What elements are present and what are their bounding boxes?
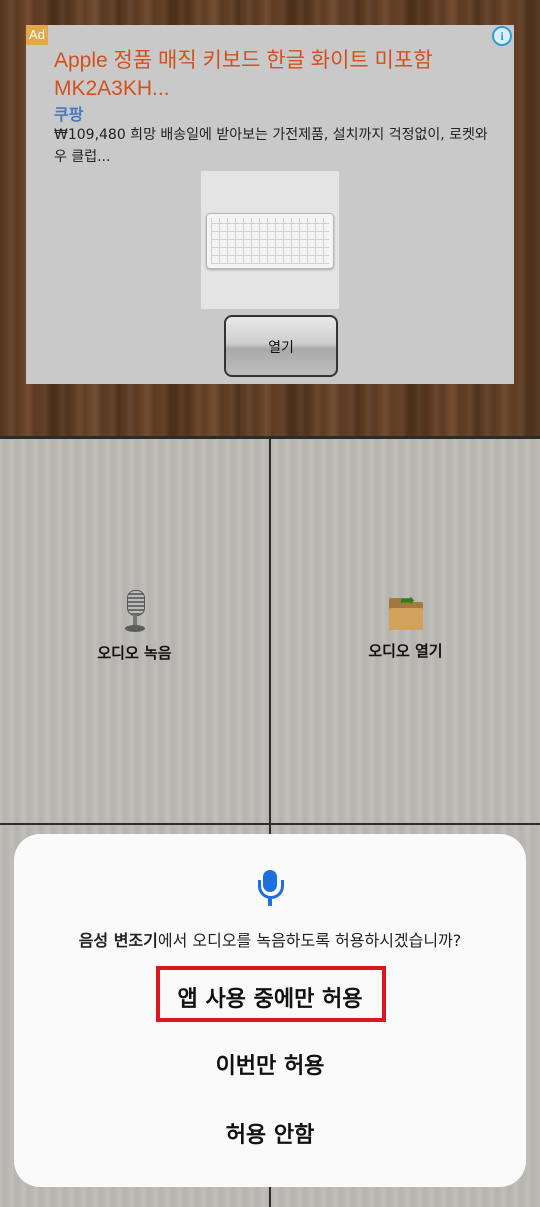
grid-divider-horizontal [0,823,540,825]
open-audio-tile[interactable]: ➦ 오디오 열기 [271,592,540,661]
record-audio-tile[interactable]: 오디오 녹음 [0,590,269,663]
ad-product-image[interactable] [201,171,339,309]
info-icon[interactable]: i [492,26,512,46]
ad-brand[interactable]: 쿠팡 [54,101,83,125]
open-audio-label: 오디오 열기 [368,642,443,660]
microphone-icon [257,870,284,910]
microphone-icon [122,590,148,634]
keyboard-image [206,213,334,269]
app-name: 음성 변조기 [78,931,158,950]
allow-once-button[interactable]: 이번만 허용 [14,1048,526,1080]
folder-open-icon: ➦ [387,592,425,632]
allow-while-using-button[interactable]: 앱 사용 중에만 허용 [14,981,526,1013]
ad-title[interactable]: Apple 정품 매직 키보드 한글 화이트 미포함 MK2A3KH... [54,47,494,103]
ad-banner[interactable]: Ad i Apple 정품 매직 키보드 한글 화이트 미포함 MK2A3KH.… [26,25,514,384]
ad-badge: Ad [26,25,48,45]
deny-button[interactable]: 허용 안함 [14,1117,526,1149]
ad-description: ₩109,480 희망 배송일에 받아보는 가전제품, 설치까지 걱정없이, 로… [54,127,488,165]
message-text: 에서 오디오를 녹음하도록 허용하시겠습니까? [157,931,462,950]
record-audio-label: 오디오 녹음 [97,644,172,662]
permission-message: 음성 변조기에서 오디오를 녹음하도록 허용하시겠습니까? [14,927,526,951]
ad-open-button[interactable]: 열기 [224,315,338,377]
permission-dialog: 음성 변조기에서 오디오를 녹음하도록 허용하시겠습니까? 앱 사용 중에만 허… [14,834,526,1187]
